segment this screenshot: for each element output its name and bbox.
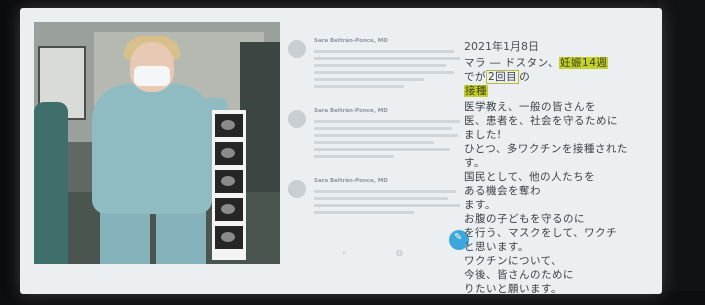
post-line: 医、患者を、社会を守るために [464, 115, 618, 127]
tweet-author[interactable]: Sara Beltrán-Ponce, MD [314, 178, 388, 184]
post-line: と思います。 [464, 241, 529, 253]
post-date: 2021年1月8日 [464, 40, 539, 53]
post-line: ある機会を奪わ [464, 185, 541, 197]
face-mask [134, 66, 170, 86]
tweet-item[interactable]: Sara Beltrán-Ponce, MD [288, 36, 464, 106]
tweet-author[interactable]: Sara Beltrán-Ponce, MD [314, 108, 388, 114]
post-line: でが 2回目の [464, 70, 531, 84]
post-line: ました! [464, 129, 502, 141]
post-line: を行う、マスクをして、ワクチ [464, 227, 618, 239]
avatar[interactable] [288, 40, 306, 58]
projected-screen: Sara Beltrán-Ponce, MD Sara Beltrán-Ponc… [20, 8, 662, 294]
tweet-photo[interactable] [34, 22, 280, 264]
boxed-text: 2回目 [486, 70, 520, 84]
projector-backdrop [657, 0, 705, 305]
highlighted-text: 接種 [464, 85, 488, 97]
post-line: 国民として、他の人たちを [464, 171, 596, 183]
tweet-author[interactable]: Sara Beltrán-Ponce, MD [314, 38, 388, 44]
post-line: お腹の子どもを守るのに [464, 213, 585, 225]
highlighted-text: 妊娠14週 [559, 57, 609, 69]
post-line: 接種 [464, 84, 488, 98]
post-line: す。 [464, 157, 485, 169]
tweet-item[interactable]: Sara Beltrán-Ponce, MD [288, 176, 464, 246]
ultrasound-strip [212, 110, 246, 260]
post-line: ワクチンについて、 [464, 255, 563, 267]
post-line: ひとつ、多ワクチンを接種された [464, 143, 628, 155]
post-line: 医学教え、一般の皆さんを [464, 101, 596, 113]
avatar[interactable] [288, 180, 306, 198]
search-icon[interactable]: ⌕ [342, 248, 346, 258]
tweet-list: Sara Beltrán-Ponce, MD Sara Beltrán-Ponc… [288, 36, 464, 276]
post-line: 今後、皆さんのために [464, 269, 574, 281]
japanese-post: 2021年1月8日 マラ ― ドスタン、妊娠14週 でが 2回目の 接種 医学教え… [458, 38, 662, 294]
tweet-item[interactable]: Sara Beltrán-Ponce, MD [288, 106, 464, 176]
scrubs-figure [92, 84, 212, 214]
post-line: ます。 [464, 199, 496, 211]
avatar[interactable] [288, 110, 306, 128]
post-line: りたいと願います。 [464, 283, 562, 294]
notification-icon[interactable]: ◍ [396, 248, 403, 257]
post-line: マラ ― ドスタン、妊娠14週 [464, 57, 609, 69]
